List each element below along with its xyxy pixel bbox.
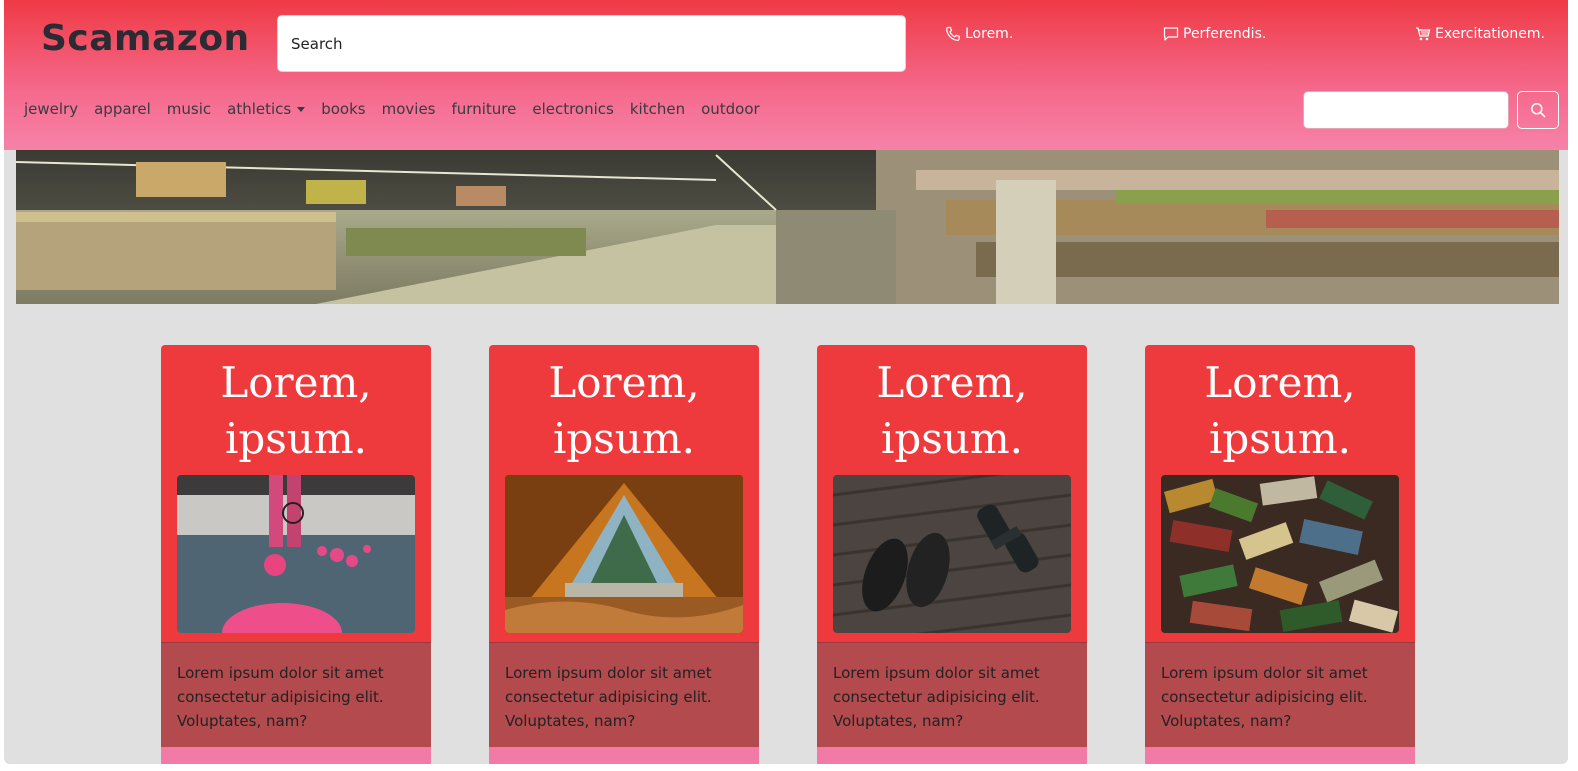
card-title: Lorem, ipsum. [1145, 355, 1415, 467]
top-link-exercitationem-label: Exercitationem. [1435, 26, 1545, 42]
card-title-line2: ipsum. [552, 414, 696, 463]
caret-down-icon [297, 106, 306, 112]
nav-item-apparel[interactable]: apparel [94, 100, 151, 118]
nav-item-books[interactable]: books [321, 100, 365, 118]
search-icon [1531, 103, 1546, 118]
product-card[interactable]: Lorem, ipsum. Lorem ipsum dolor sit amet… [489, 345, 759, 764]
card-title-line1: Lorem, [220, 358, 372, 407]
card-description: Lorem ipsum dolor sit amet consectetur a… [817, 642, 1087, 747]
card-description: Lorem ipsum dolor sit amet consectetur a… [1145, 642, 1415, 747]
header: Scamazon Search Lorem. Perferendis. Exer… [4, 0, 1568, 150]
card-description: Lorem ipsum dolor sit amet consectetur a… [489, 642, 759, 747]
card-title: Lorem, ipsum. [817, 355, 1087, 467]
top-link-perferendis-label: Perferendis. [1183, 26, 1267, 42]
nav-item-furniture[interactable]: furniture [452, 100, 517, 118]
card-title-line2: ipsum. [880, 414, 1024, 463]
card-footer [161, 747, 431, 764]
hero-banner-image [16, 150, 1559, 304]
page: Scamazon Search Lorem. Perferendis. Exer… [4, 0, 1568, 764]
card-title-line2: ipsum. [224, 414, 368, 463]
card-title-line2: ipsum. [1208, 414, 1352, 463]
card-title: Lorem, ipsum. [161, 355, 431, 467]
nav-item-kitchen[interactable]: kitchen [630, 100, 685, 118]
top-link-lorem-label: Lorem. [965, 26, 1014, 42]
product-card[interactable]: Lorem, ipsum. Lorem ipsum dolor sit amet… [161, 345, 431, 764]
phone-icon [946, 26, 960, 41]
chat-icon [1163, 27, 1179, 41]
category-nav: jewelry apparel music athletics books mo… [24, 100, 776, 118]
brand-logo[interactable]: Scamazon [41, 18, 250, 59]
card-footer [817, 747, 1087, 764]
card-title: Lorem, ipsum. [489, 355, 759, 467]
card-title-line1: Lorem, [1204, 358, 1356, 407]
search-input[interactable]: Search [277, 15, 906, 72]
cart-icon [1416, 27, 1431, 41]
nav-search-button[interactable] [1517, 91, 1559, 129]
nav-item-outdoor[interactable]: outdoor [701, 100, 760, 118]
card-footer [489, 747, 759, 764]
card-description: Lorem ipsum dolor sit amet consectetur a… [161, 642, 431, 747]
top-link-lorem[interactable]: Lorem. [945, 26, 1013, 42]
nav-item-music[interactable]: music [167, 100, 211, 118]
card-title-line1: Lorem, [876, 358, 1028, 407]
product-card[interactable]: Lorem, ipsum. Lorem ipsum dolor sit amet… [1145, 345, 1415, 764]
card-footer [1145, 747, 1415, 764]
nav-item-athletics-label: athletics [227, 100, 292, 118]
books-pile-photo [1161, 475, 1399, 633]
nav-item-electronics[interactable]: electronics [532, 100, 614, 118]
top-link-perferendis[interactable]: Perferendis. [1163, 26, 1266, 42]
tent-photo [505, 475, 743, 633]
nav-item-movies[interactable]: movies [382, 100, 436, 118]
shoes-dumbbell-photo [833, 475, 1071, 633]
tennis-balls-photo [177, 475, 415, 633]
nav-item-jewelry[interactable]: jewelry [24, 100, 78, 118]
card-title-line1: Lorem, [548, 358, 700, 407]
search-label: Search [291, 34, 343, 53]
top-link-exercitationem[interactable]: Exercitationem. [1415, 26, 1545, 42]
nav-search-input[interactable] [1303, 91, 1509, 129]
product-card[interactable]: Lorem, ipsum. Lorem ipsum dolor sit amet… [817, 345, 1087, 764]
nav-item-athletics-dropdown[interactable]: athletics [227, 100, 306, 118]
